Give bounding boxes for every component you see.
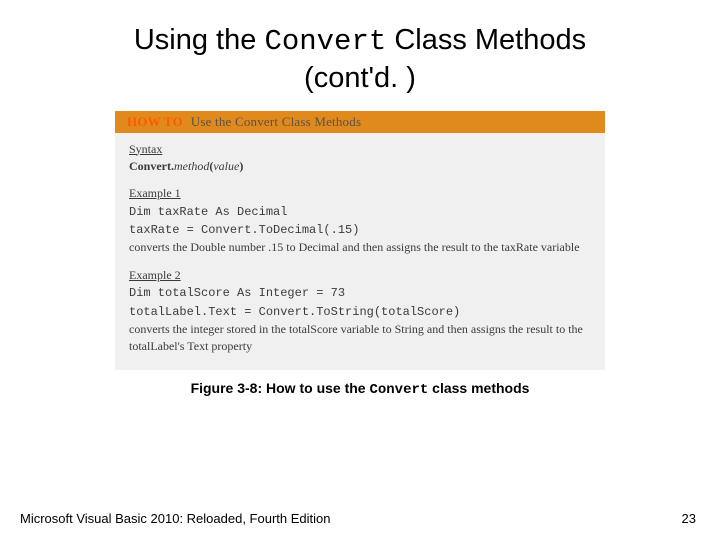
example2-desc: converts the integer stored in the total… <box>129 322 583 353</box>
howto-body: Syntax Convert.method(value) Example 1 D… <box>115 133 605 370</box>
caption-pre: Figure 3-8: How to use the <box>191 380 370 396</box>
howto-header: HOW TO Use the Convert Class Methods <box>115 111 605 133</box>
example1-code2: taxRate = Convert.ToDecimal(.15) <box>129 223 359 237</box>
title-text-post: Class Methods <box>386 24 586 56</box>
syntax-close: ) <box>239 159 243 173</box>
example1-desc: converts the Double number .15 to Decima… <box>129 240 580 254</box>
figure-caption: Figure 3-8: How to use the Convert class… <box>0 380 720 398</box>
example2-code1: Dim totalScore As Integer = 73 <box>129 286 345 300</box>
example1-block: Example 1 Dim taxRate As Decimal taxRate… <box>129 185 591 257</box>
howto-box: HOW TO Use the Convert Class Methods Syn… <box>115 111 605 370</box>
slide-title: Using the Convert Class Methods (cont'd.… <box>0 0 720 97</box>
page-number: 23 <box>682 511 696 526</box>
example1-code1: Dim taxRate As Decimal <box>129 205 287 219</box>
howto-label: HOW TO <box>127 114 183 130</box>
caption-mono: Convert <box>369 382 428 398</box>
title-text-pre: Using the <box>134 24 265 56</box>
syntax-class: Convert. <box>129 159 174 173</box>
howto-heading: Use the Convert Class Methods <box>191 114 361 130</box>
caption-post: class methods <box>428 380 529 396</box>
syntax-method: method <box>174 159 209 173</box>
example1-label: Example 1 <box>129 186 181 200</box>
footer-left: Microsoft Visual Basic 2010: Reloaded, F… <box>20 511 330 526</box>
footer: Microsoft Visual Basic 2010: Reloaded, F… <box>20 511 696 526</box>
slide: Using the Convert Class Methods (cont'd.… <box>0 0 720 540</box>
example2-block: Example 2 Dim totalScore As Integer = 73… <box>129 267 591 356</box>
syntax-block: Syntax Convert.method(value) <box>129 141 591 176</box>
example2-code2: totalLabel.Text = Convert.ToString(total… <box>129 305 460 319</box>
syntax-label: Syntax <box>129 142 162 156</box>
example2-label: Example 2 <box>129 268 181 282</box>
title-line2: (cont'd. ) <box>304 62 416 94</box>
title-mono: Convert <box>264 25 386 58</box>
syntax-arg: value <box>213 159 239 173</box>
